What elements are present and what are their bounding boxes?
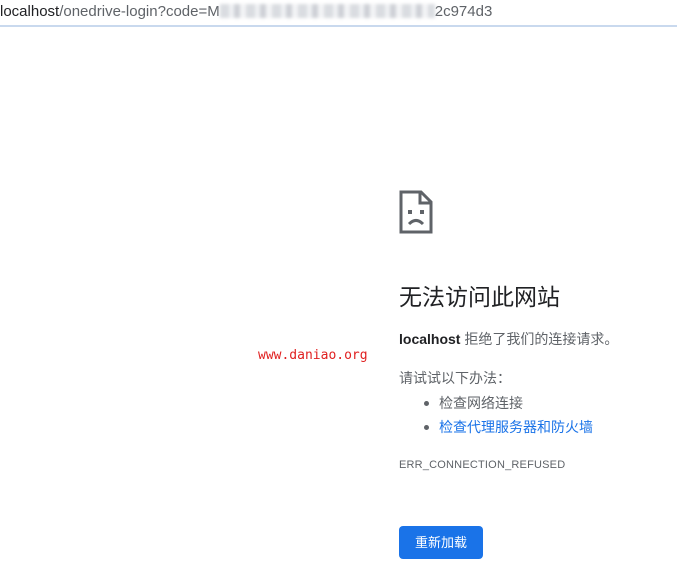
- reload-button[interactable]: 重新加载: [399, 526, 483, 559]
- error-description-text: 拒绝了我们的连接请求。: [460, 331, 619, 347]
- suggestion-check-network: 检查网络连接: [399, 391, 593, 415]
- url-path: /onedrive-login?code=M: [59, 3, 220, 20]
- suggestions-list: 检查网络连接 检查代理服务器和防火墙: [399, 391, 593, 439]
- check-proxy-firewall-link[interactable]: 检查代理服务器和防火墙: [439, 419, 593, 435]
- try-label: 请试试以下办法：: [399, 370, 511, 386]
- url-tail: 2c974d3: [434, 3, 493, 20]
- error-code: ERR_CONNECTION_REFUSED: [399, 459, 566, 471]
- suggestion-label: 检查网络连接: [439, 395, 523, 411]
- url-host: localhost: [0, 3, 60, 20]
- error-host: localhost: [399, 331, 461, 347]
- sad-page-icon: [399, 190, 433, 234]
- suggestion-check-proxy: 检查代理服务器和防火墙: [399, 415, 593, 439]
- address-bar[interactable]: localhost/onedrive-login?code=M 2c974d3: [0, 0, 677, 27]
- url-text[interactable]: localhost/onedrive-login?code=M 2c974d3: [0, 2, 492, 22]
- url-redacted-segment: [219, 4, 435, 18]
- error-description: localhost 拒绝了我们的连接请求。: [399, 330, 618, 348]
- error-title: 无法访问此网站: [399, 284, 560, 310]
- watermark: www.daniao.org: [258, 348, 368, 363]
- browser-page: localhost/onedrive-login?code=M 2c974d3 w…: [0, 0, 677, 587]
